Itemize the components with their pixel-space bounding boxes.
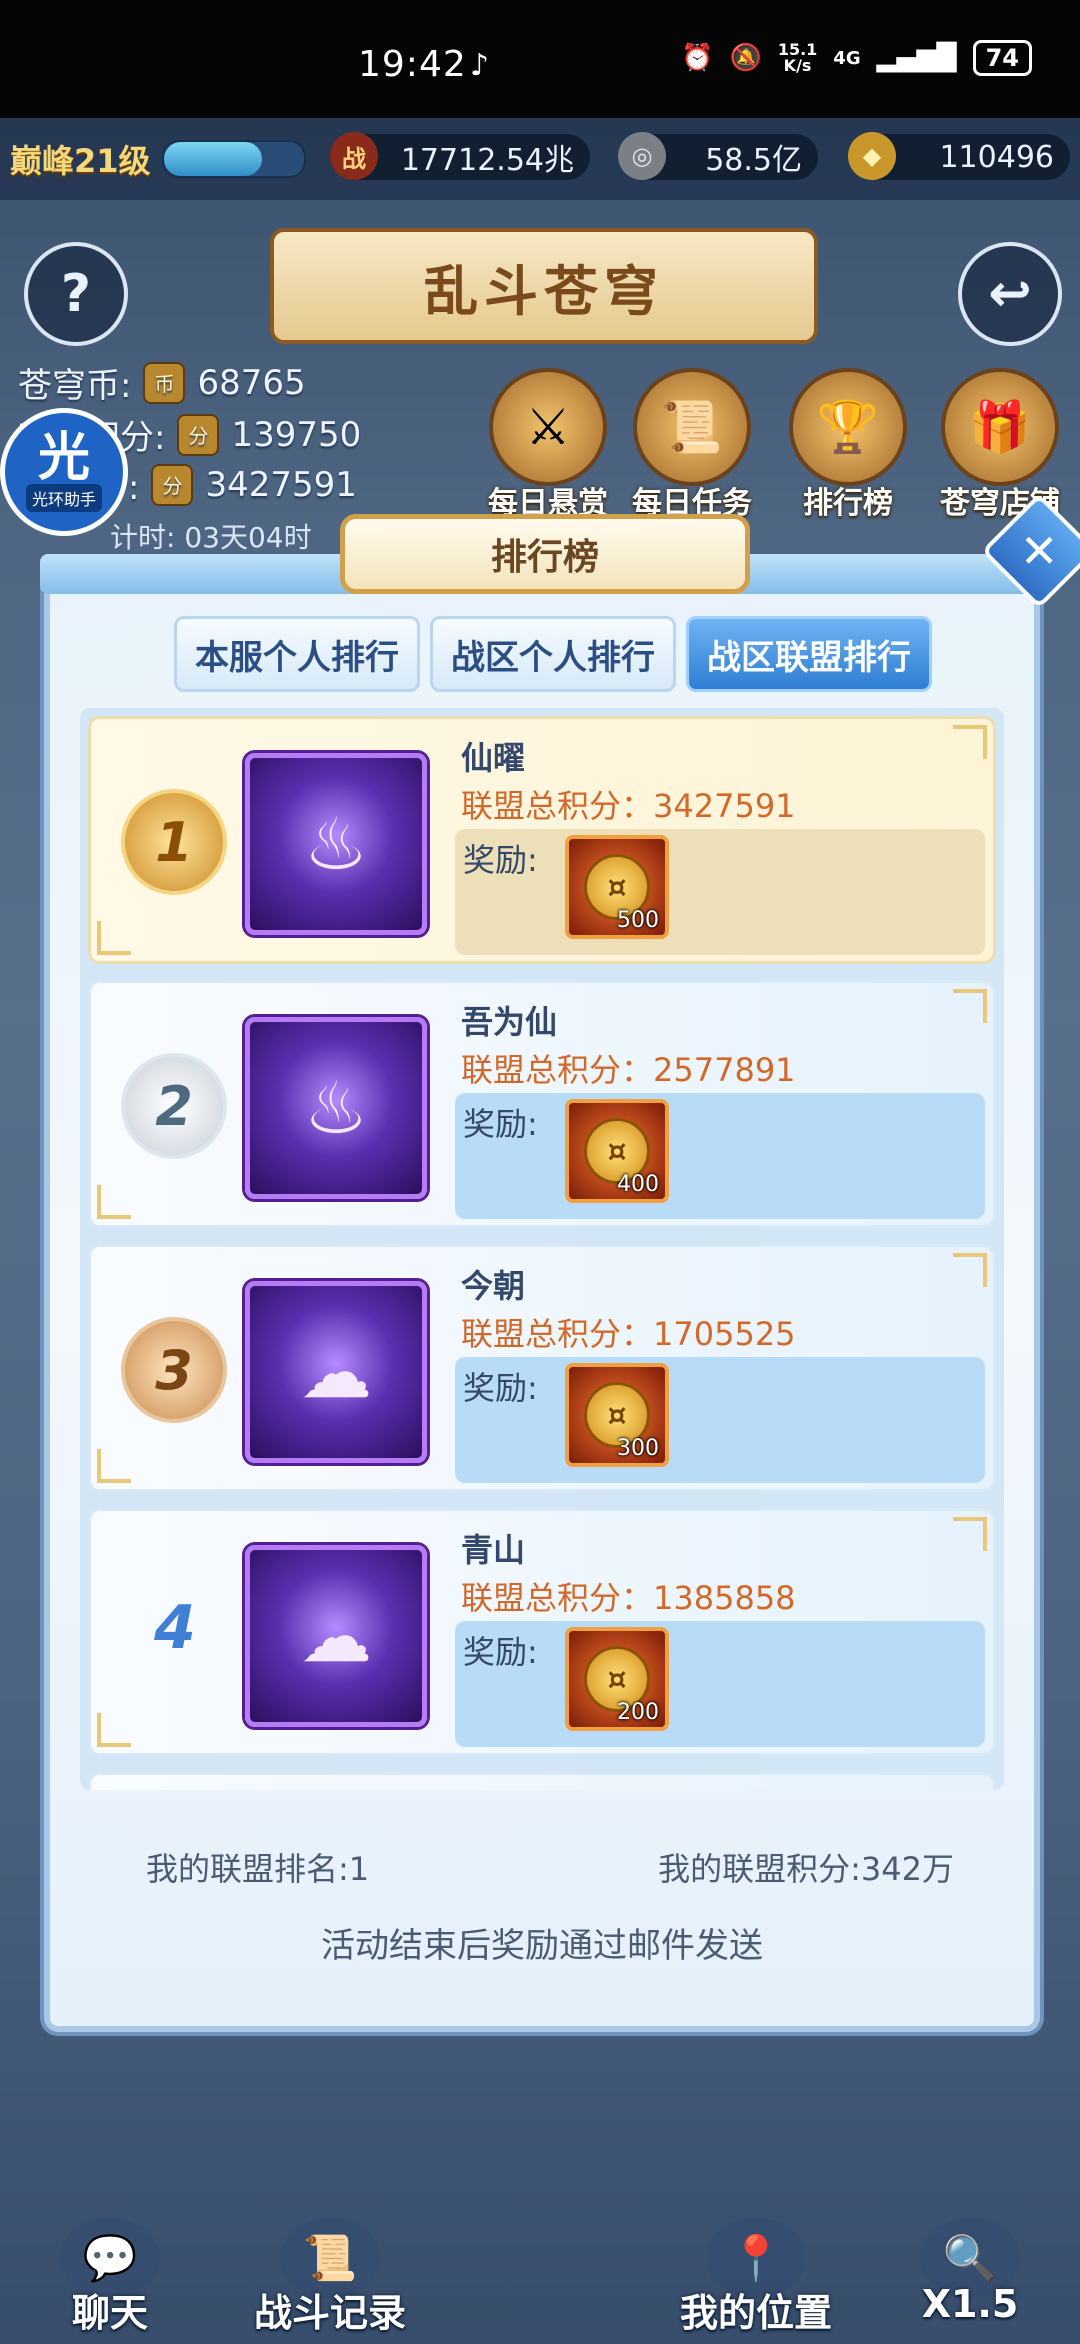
corner-decoration bbox=[97, 1185, 131, 1219]
alliance-score: 联盟总积分：2577891 bbox=[461, 1051, 796, 1089]
alliance-name: 今朝 bbox=[461, 1267, 526, 1305]
resource-bar: 巅峰21级 战 17712.54兆 ◎ 58.5亿 ◆ 110496 bbox=[0, 118, 1080, 200]
leaderboard-dialog: 排行榜 ✕ 本服个人排行 战区个人排行 战区联盟排行 1 ♨ 仙曜 联盟总积分：… bbox=[40, 493, 1080, 2032]
alarm-icon: ⏰ bbox=[681, 43, 714, 73]
speed-button[interactable]: 🔍 X1.5 bbox=[870, 2218, 1070, 2326]
rank-number: 4 bbox=[154, 1593, 196, 1663]
reward-quantity: 400 bbox=[617, 1172, 659, 1197]
battery-indicator: 74 bbox=[972, 40, 1032, 76]
corner-decoration bbox=[953, 1517, 987, 1551]
rank-3-medal-icon: 3 bbox=[121, 1317, 227, 1423]
reward-coin-item[interactable]: ¤ 400 bbox=[565, 1099, 669, 1203]
dialog-footer: 我的联盟排名:1 我的联盟积分:342万 活动结束后奖励通过邮件发送 bbox=[50, 1802, 1034, 2022]
reward-quantity: 200 bbox=[617, 1700, 659, 1725]
exp-bar-fill bbox=[164, 142, 262, 176]
scroll-icon: 📜 bbox=[633, 368, 751, 486]
ranking-list[interactable]: 1 ♨ 仙曜 联盟总积分：3427591 奖励: ¤ 500 2 ♨ 吾为仙 联… bbox=[80, 708, 1004, 1790]
signal-icon: ▂▄▆█ bbox=[876, 43, 957, 73]
net-speed: 15.1 K/s bbox=[777, 40, 818, 75]
alliance-flame-emblem-icon: ♨ bbox=[245, 1017, 427, 1199]
corner-decoration bbox=[97, 1713, 131, 1747]
reward-box: 奖励: ¤ 200 bbox=[455, 1621, 985, 1747]
ranking-row: 2 ♨ 吾为仙 联盟总积分：2577891 奖励: ¤ 400 bbox=[88, 980, 996, 1228]
reward-coin-item[interactable]: ¤ 200 bbox=[565, 1627, 669, 1731]
network-type: 4G bbox=[833, 47, 861, 69]
my-alliance-score: 我的联盟积分:342万 bbox=[658, 1850, 954, 1888]
silver-coin-icon: ◎ bbox=[618, 132, 666, 180]
corner-decoration bbox=[953, 989, 987, 1023]
power-counter: 战 17712.54兆 bbox=[330, 132, 590, 180]
alliance-flame-emblem-icon: ♨ bbox=[245, 753, 427, 935]
my-location-button[interactable]: 📍 我的位置 bbox=[656, 2218, 856, 2337]
ranking-row: 4 ☁ 青山 联盟总积分：1385858 奖励: ¤ 200 bbox=[88, 1508, 996, 1756]
my-alliance-rank: 我的联盟排名:1 bbox=[146, 1850, 370, 1888]
corner-decoration bbox=[953, 1253, 987, 1287]
silver-counter: ◎ 58.5亿 bbox=[618, 132, 818, 180]
currency-canglong-coin: 苍穹币: 币 68765 bbox=[18, 361, 306, 406]
exp-bar bbox=[162, 140, 306, 178]
corner-decoration bbox=[953, 725, 987, 759]
chat-button[interactable]: 💬 聊天 bbox=[10, 2218, 210, 2337]
alliance-name: 青山 bbox=[461, 1531, 526, 1569]
clock: 19:42 bbox=[358, 44, 467, 85]
rank-2-medal-icon: 2 bbox=[121, 1053, 227, 1159]
close-icon: ✕ bbox=[1019, 523, 1059, 578]
chest-icon: 🎁 bbox=[941, 368, 1059, 486]
help-button[interactable]: ? bbox=[24, 242, 128, 346]
ranking-row: 1 ♨ 仙曜 联盟总积分：3427591 奖励: ¤ 500 bbox=[88, 716, 996, 964]
bottom-nav: 💬 聊天 📜 战斗记录 📍 我的位置 🔍 X1.5 bbox=[0, 2218, 1080, 2344]
alliance-score: 联盟总积分：1705525 bbox=[461, 1315, 796, 1353]
tab-zone-personal[interactable]: 战区个人排行 bbox=[430, 616, 676, 692]
reward-box: 奖励: ¤ 500 bbox=[455, 829, 985, 955]
gold-counter: ◆ 110496 bbox=[848, 132, 1070, 180]
reward-notice: 活动结束后奖励通过邮件发送 bbox=[321, 1926, 763, 1966]
tiktok-icon: ♪ bbox=[470, 48, 490, 83]
alliance-score: 联盟总积分：3427591 bbox=[461, 787, 796, 825]
mute-icon: 🔕 bbox=[729, 43, 762, 73]
rank-1-medal-icon: 1 bbox=[121, 789, 227, 895]
countdown-text: 计时: 03天04时 bbox=[110, 521, 312, 554]
reward-quantity: 500 bbox=[617, 908, 659, 933]
power-icon: 战 bbox=[330, 132, 378, 180]
alliance-name: 仙曜 bbox=[461, 739, 526, 777]
alliance-name: 吾为仙 bbox=[461, 1003, 558, 1041]
scene-title: 乱斗苍穹 bbox=[270, 228, 818, 344]
reward-box: 奖励: ¤ 400 bbox=[455, 1093, 985, 1219]
tab-server-personal[interactable]: 本服个人排行 bbox=[174, 616, 420, 692]
reward-coin-item[interactable]: ¤ 500 bbox=[565, 835, 669, 939]
ranking-row: 3 ☁ 今朝 联盟总积分：1705525 奖励: ¤ 300 bbox=[88, 1244, 996, 1492]
gold-ingot-icon: ◆ bbox=[848, 132, 896, 180]
bounty-icon: ⚔ bbox=[489, 368, 607, 486]
corner-decoration bbox=[97, 921, 131, 955]
reward-coin-item[interactable]: ¤ 300 bbox=[565, 1363, 669, 1467]
corner-decoration bbox=[97, 1449, 131, 1483]
reward-box: 奖励: ¤ 300 bbox=[455, 1357, 985, 1483]
ranking-row-partial bbox=[88, 1772, 996, 1790]
helper-floating-button[interactable]: 光 光环助手 bbox=[0, 408, 128, 536]
leaderboard-button[interactable]: 🏆 排行榜 bbox=[778, 368, 918, 522]
points-icon: 分 bbox=[151, 463, 194, 506]
coin-icon: 币 bbox=[143, 361, 186, 404]
alliance-orb-emblem-icon: ☁ bbox=[245, 1281, 427, 1463]
back-button[interactable]: ↩ bbox=[958, 242, 1062, 346]
dialog-title: 排行榜 bbox=[340, 514, 750, 594]
tab-bar: 本服个人排行 战区个人排行 战区联盟排行 bbox=[174, 616, 932, 692]
daily-task-button[interactable]: 📜 每日任务 bbox=[622, 368, 762, 522]
alliance-score: 联盟总积分：1385858 bbox=[461, 1579, 796, 1617]
trophy-icon: 🏆 bbox=[789, 368, 907, 486]
status-bar: 19:42 ♪ ⏰ 🔕 15.1 K/s 4G ▂▄▆█ 74 bbox=[0, 0, 1080, 118]
alliance-orb-emblem-icon: ☁ bbox=[245, 1545, 427, 1727]
daily-bounty-button[interactable]: ⚔ 每日悬赏 bbox=[478, 368, 618, 522]
shop-button[interactable]: 🎁 苍穹店铺 bbox=[930, 368, 1070, 522]
battle-log-button[interactable]: 📜 战斗记录 bbox=[230, 2218, 430, 2337]
status-icons: ⏰ 🔕 15.1 K/s 4G ▂▄▆█ 74 bbox=[681, 40, 1032, 76]
reward-quantity: 300 bbox=[617, 1436, 659, 1461]
peak-level: 巅峰21级 bbox=[10, 142, 151, 180]
tab-zone-alliance[interactable]: 战区联盟排行 bbox=[686, 616, 932, 692]
points-icon: 分 bbox=[177, 413, 220, 456]
